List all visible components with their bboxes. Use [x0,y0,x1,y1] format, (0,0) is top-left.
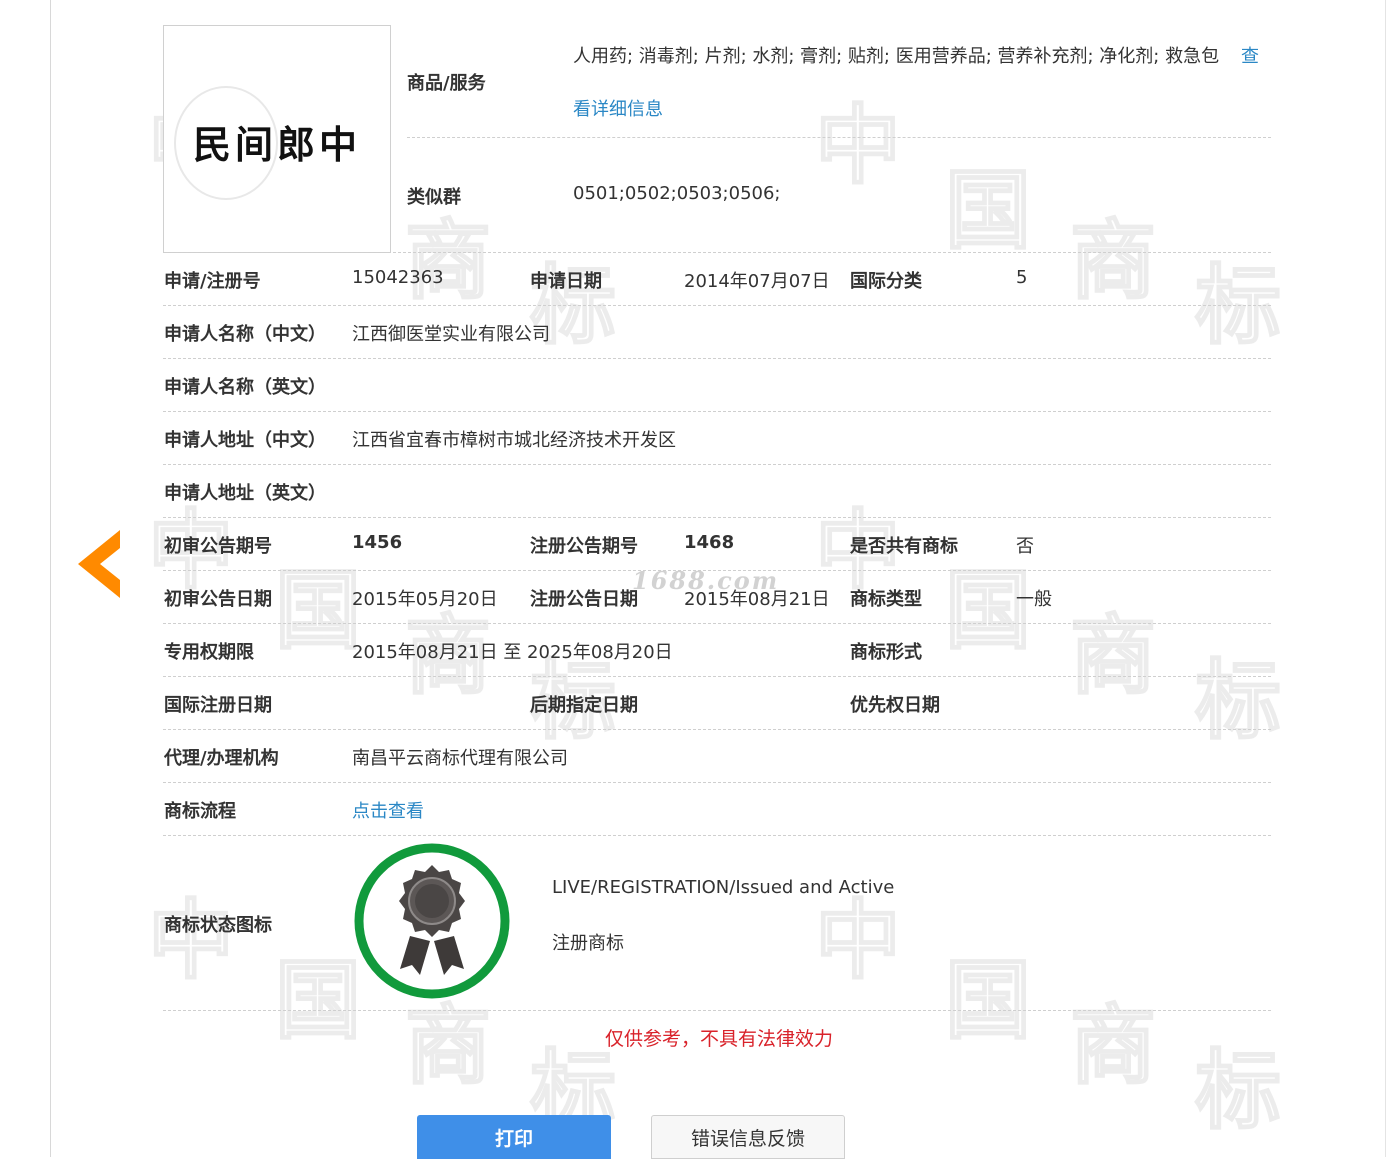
shared-trademark-value: 否 [1016,536,1034,557]
prelim-pub-date-value: 2015年05月20日 [352,589,498,610]
later-designation-date-label: 后期指定日期 [530,695,638,716]
print-button[interactable]: 打印 [417,1115,611,1159]
agent-value: 南昌平云商标代理有限公司 [352,748,568,769]
apply-date-label: 申请日期 [530,271,602,292]
divider [163,570,1271,571]
trademark-type-value: 一般 [1016,589,1052,610]
disclaimer-text: 仅供参考，不具有法律效力 [605,1028,834,1050]
reg-pub-number-value: 1468 [684,532,735,553]
shared-trademark-label: 是否共有商标 [850,536,958,557]
view-details-link[interactable]: 看详细信息 [573,95,663,121]
reg-pub-number-label: 注册公告期号 [530,536,638,557]
priority-date-label: 优先权日期 [850,695,940,716]
divider [163,358,1271,359]
intl-class-label: 国际分类 [850,271,922,292]
divider [163,517,1271,518]
applicant-address-cn-value: 江西省宜春市樟树市城北经济技术开发区 [352,430,676,451]
chevron-left-icon[interactable] [78,530,120,598]
similar-group-label: 类似群 [407,187,461,208]
error-feedback-button[interactable]: 错误信息反馈 [651,1115,845,1159]
similar-group-value: 0501;0502;0503;0506; [573,183,781,204]
trademark-logo-text: 民间郎中 [192,122,361,167]
prelim-pub-number-label: 初审公告期号 [164,536,272,557]
divider [163,782,1271,783]
trademark-type-label: 商标类型 [850,589,922,610]
reg-number-value: 15042363 [352,267,444,288]
trademark-detail: 民间郎中 商品/服务 人用药; 消毒剂; 片剂; 水剂; 膏剂; 贴剂; 医用营… [0,0,1395,1159]
divider [407,137,1271,138]
intl-reg-date-label: 国际注册日期 [164,695,272,716]
divider [163,252,1271,253]
ribbon-award-icon [354,843,510,999]
trademark-form-label: 商标形式 [850,642,922,663]
reg-pub-date-label: 注册公告日期 [530,589,638,610]
applicant-name-en-label: 申请人名称（英文） [164,377,326,398]
status-icon-label: 商标状态图标 [164,915,272,936]
apply-date-value: 2014年07月07日 [684,271,830,292]
divider [163,1010,1271,1011]
divider [163,305,1271,306]
trademark-flow-link[interactable]: 点击查看 [352,797,424,823]
applicant-address-cn-label: 申请人地址（中文） [164,430,326,451]
status-text-cn: 注册商标 [552,933,624,954]
goods-value: 人用药; 消毒剂; 片剂; 水剂; 膏剂; 贴剂; 医用营养品; 营养补充剂; … [573,46,1220,67]
applicant-address-en-label: 申请人地址（英文） [164,483,326,504]
exclusive-term-value: 2015年08月21日 至 2025年08月20日 [352,642,673,663]
divider [163,835,1271,836]
trademark-logo-image: 民间郎中 [163,25,391,253]
applicant-name-cn-label: 申请人名称（中文） [164,324,326,345]
exclusive-term-label: 专用权期限 [164,642,254,663]
applicant-name-cn-value: 江西御医堂实业有限公司 [352,324,550,345]
trademark-flow-label: 商标流程 [164,801,236,822]
intl-class-value: 5 [1016,267,1028,288]
divider [163,411,1271,412]
prelim-pub-number-value: 1456 [352,532,403,553]
reg-pub-date-value: 2015年08月21日 [684,589,830,610]
divider [163,729,1271,730]
prelim-pub-date-label: 初审公告日期 [164,589,272,610]
view-details-link[interactable]: 查 [1241,42,1259,68]
divider [163,676,1271,677]
status-text-en: LIVE/REGISTRATION/Issued and Active [552,877,895,898]
reg-number-label: 申请/注册号 [164,271,261,292]
goods-label: 商品/服务 [407,73,486,94]
agent-label: 代理/办理机构 [164,748,279,769]
divider [163,623,1271,624]
divider [163,464,1271,465]
